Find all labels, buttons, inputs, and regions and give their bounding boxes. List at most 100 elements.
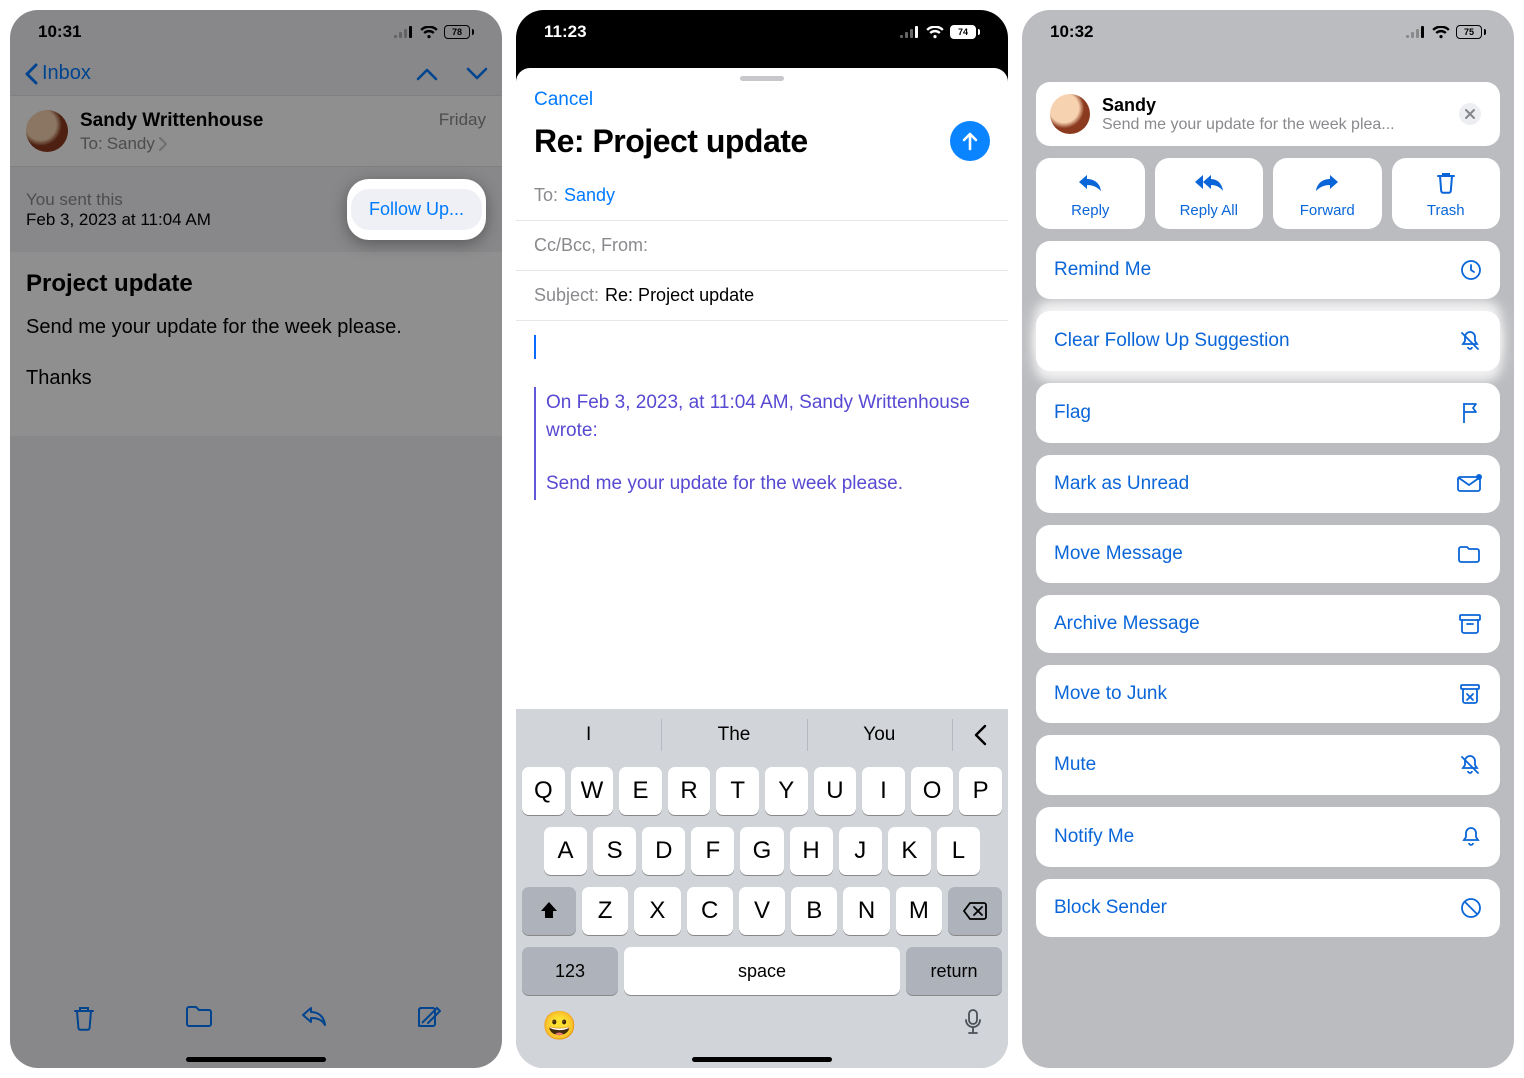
key[interactable]: R — [668, 767, 711, 815]
back-label: Inbox — [42, 62, 91, 85]
key[interactable]: W — [571, 767, 614, 815]
compose-button[interactable] — [415, 1004, 441, 1032]
bell-icon — [1460, 825, 1482, 849]
key[interactable]: O — [911, 767, 954, 815]
emoji-key[interactable]: 😀 — [542, 1009, 577, 1042]
battery-icon: 75 — [1456, 25, 1486, 39]
move-button[interactable] — [184, 1004, 214, 1032]
move-message-item[interactable]: Move Message — [1036, 525, 1500, 583]
key[interactable]: K — [888, 827, 931, 875]
wifi-icon — [420, 26, 438, 39]
sent-banner: You sent this Feb 3, 2023 at 11:04 AM Fo… — [10, 167, 502, 252]
sender-avatar[interactable] — [26, 110, 68, 152]
ccbcc-field[interactable]: Cc/Bcc, From: — [516, 221, 1008, 271]
panel-action-sheet: 10:32 75 Sandy Send me your update for t… — [1022, 10, 1514, 1068]
to-field[interactable]: To: Sandy — [516, 171, 1008, 221]
block-sender-item[interactable]: Block Sender — [1036, 879, 1500, 937]
key[interactable]: D — [642, 827, 685, 875]
key[interactable]: P — [959, 767, 1002, 815]
status-right: 74 — [900, 25, 980, 39]
notify-me-item[interactable]: Notify Me — [1036, 807, 1500, 867]
back-button[interactable]: Inbox — [24, 62, 91, 85]
archive-item[interactable]: Archive Message — [1036, 595, 1500, 653]
clear-followup-item[interactable]: Clear Follow Up Suggestion — [1036, 311, 1500, 371]
status-time: 10:31 — [38, 22, 81, 42]
move-junk-item[interactable]: Move to Junk — [1036, 665, 1500, 723]
key[interactable]: S — [593, 827, 636, 875]
reply-all-tile[interactable]: Reply All — [1155, 158, 1264, 229]
dictation-key[interactable] — [964, 1009, 982, 1042]
return-key[interactable]: return — [906, 947, 1002, 995]
key[interactable]: H — [790, 827, 833, 875]
reply-button[interactable] — [300, 1004, 328, 1032]
reply-tile[interactable]: Reply — [1036, 158, 1145, 229]
key[interactable]: E — [619, 767, 662, 815]
key[interactable]: F — [691, 827, 734, 875]
status-time: 10:32 — [1050, 22, 1093, 42]
key[interactable]: U — [814, 767, 857, 815]
close-button[interactable] — [1454, 98, 1486, 130]
key[interactable]: I — [862, 767, 905, 815]
prev-message-button[interactable] — [416, 67, 438, 81]
archive-icon — [1458, 613, 1482, 635]
subject-field[interactable]: Subject: Re: Project update — [516, 271, 1008, 321]
suggestion[interactable]: The — [661, 709, 806, 761]
forward-icon — [1314, 170, 1340, 196]
status-bar: 11:23 74 — [516, 10, 1008, 54]
sender-name: Sandy Writtenhouse — [80, 110, 427, 132]
sheet-header: Sandy Send me your update for the week p… — [1036, 82, 1500, 146]
battery-icon: 78 — [444, 25, 474, 39]
trash-button[interactable] — [71, 1004, 97, 1032]
status-right: 75 — [1406, 25, 1486, 39]
key[interactable]: Z — [582, 887, 628, 935]
mute-item[interactable]: Mute — [1036, 735, 1500, 795]
bell-slash-icon — [1458, 329, 1482, 353]
key-row-4: 123 space return — [516, 941, 1008, 1001]
key[interactable]: B — [791, 887, 837, 935]
key[interactable]: Y — [765, 767, 808, 815]
quoted-text: On Feb 3, 2023, at 11:04 AM, Sandy Writt… — [534, 387, 990, 500]
suggestion-collapse[interactable] — [952, 709, 1008, 761]
flag-item[interactable]: Flag — [1036, 383, 1500, 443]
forward-tile[interactable]: Forward — [1273, 158, 1382, 229]
remind-me-item[interactable]: Remind Me — [1036, 241, 1500, 299]
suggestion[interactable]: You — [807, 709, 952, 761]
key[interactable]: C — [687, 887, 733, 935]
suggestion[interactable]: I — [516, 709, 661, 761]
sender-name: Sandy — [1102, 95, 1442, 116]
wifi-icon — [1432, 26, 1450, 39]
cancel-button[interactable]: Cancel — [534, 89, 593, 110]
compose-sheet: Cancel Re: Project update To: Sandy Cc/B… — [516, 68, 1008, 1068]
suggestion-bar: I The You — [516, 709, 1008, 761]
send-button[interactable] — [950, 121, 990, 161]
home-indicator — [692, 1057, 832, 1062]
key[interactable]: V — [739, 887, 785, 935]
key[interactable]: N — [843, 887, 889, 935]
key[interactable]: G — [740, 827, 783, 875]
key[interactable]: L — [937, 827, 980, 875]
panel-mail-view: 10:31 78 Inbox Sandy Writtenhouse — [10, 10, 502, 1068]
followup-button[interactable]: Follow Up... — [351, 189, 482, 230]
key[interactable]: A — [544, 827, 587, 875]
compose-body[interactable]: On Feb 3, 2023, at 11:04 AM, Sandy Writt… — [516, 321, 1008, 709]
to-line[interactable]: To: Sandy — [80, 134, 427, 154]
space-key[interactable]: space — [624, 947, 900, 995]
next-message-button[interactable] — [466, 67, 488, 81]
wifi-icon — [926, 26, 944, 39]
nosign-icon — [1460, 897, 1482, 919]
backspace-key[interactable] — [948, 887, 1002, 935]
key[interactable]: J — [839, 827, 882, 875]
trash-tile[interactable]: Trash — [1392, 158, 1501, 229]
status-right: 78 — [394, 25, 474, 39]
numbers-key[interactable]: 123 — [522, 947, 618, 995]
sent-banner-line1: You sent this — [26, 190, 211, 210]
status-time: 11:23 — [544, 22, 587, 42]
mark-unread-item[interactable]: Mark as Unread — [1036, 455, 1500, 513]
shift-key[interactable] — [522, 887, 576, 935]
sheet-grabber[interactable] — [740, 76, 784, 81]
key[interactable]: Q — [522, 767, 565, 815]
text-cursor — [534, 335, 536, 359]
key[interactable]: M — [896, 887, 942, 935]
key[interactable]: X — [634, 887, 680, 935]
key[interactable]: T — [716, 767, 759, 815]
